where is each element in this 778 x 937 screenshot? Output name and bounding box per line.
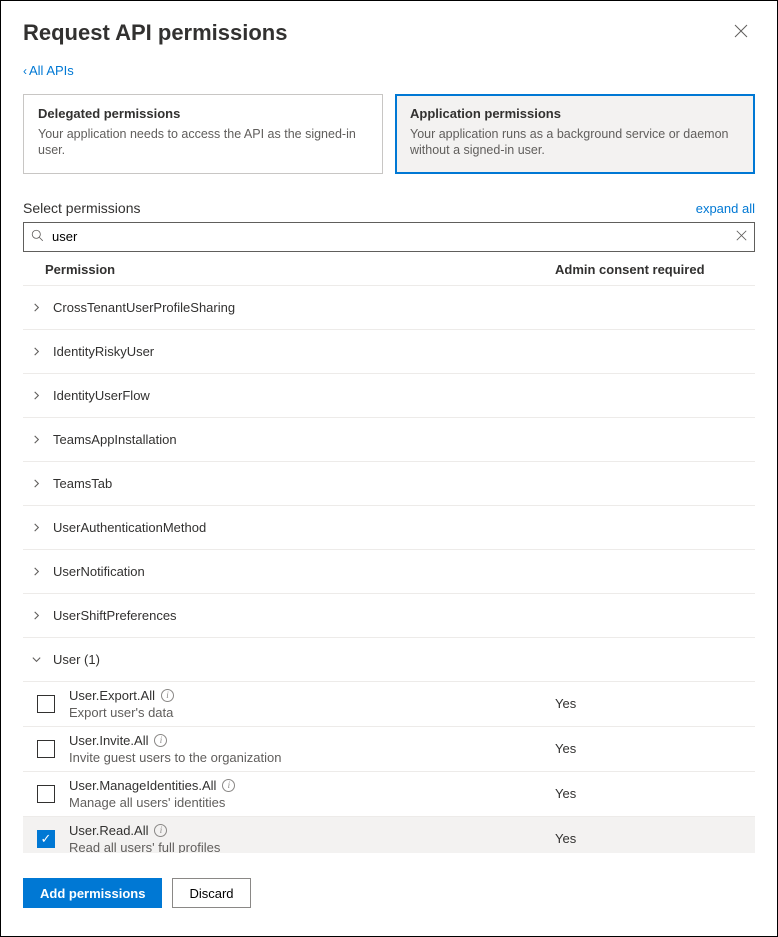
info-icon[interactable]: i: [154, 734, 167, 747]
permission-checkbox[interactable]: [37, 740, 55, 758]
chevron-right-icon: [29, 390, 43, 401]
chevron-right-icon: [29, 478, 43, 489]
group-label: UserNotification: [53, 564, 145, 579]
chevron-left-icon: ‹: [23, 64, 27, 78]
group-label: IdentityRiskyUser: [53, 344, 154, 359]
permission-group[interactable]: IdentityUserFlow: [23, 374, 755, 418]
info-icon[interactable]: i: [154, 824, 167, 837]
chevron-down-icon: [29, 654, 43, 665]
group-label: IdentityUserFlow: [53, 388, 150, 403]
permission-group[interactable]: UserNotification: [23, 550, 755, 594]
back-all-apis-link[interactable]: ‹ All APIs: [1, 57, 96, 86]
column-permission: Permission: [45, 262, 555, 277]
page-title: Request API permissions: [23, 20, 287, 46]
permission-consent: Yes: [555, 786, 755, 801]
permission-name: User.Export.All: [69, 688, 155, 703]
clear-icon[interactable]: [736, 230, 747, 244]
expand-all-link[interactable]: expand all: [696, 201, 755, 216]
close-button[interactable]: [727, 19, 755, 47]
permission-group[interactable]: UserShiftPreferences: [23, 594, 755, 638]
permission-checkbox[interactable]: ✓: [37, 830, 55, 848]
column-consent: Admin consent required: [555, 262, 755, 277]
permission-consent: Yes: [555, 831, 755, 846]
application-permissions-card[interactable]: Application permissions Your application…: [395, 94, 755, 174]
chevron-right-icon: [29, 522, 43, 533]
application-desc: Your application runs as a background se…: [410, 126, 740, 159]
permission-name: User.Invite.All: [69, 733, 148, 748]
group-label: CrossTenantUserProfileSharing: [53, 300, 235, 315]
application-title: Application permissions: [410, 106, 740, 121]
permission-desc: Invite guest users to the organization: [69, 750, 555, 765]
permission-checkbox[interactable]: [37, 695, 55, 713]
delegated-title: Delegated permissions: [38, 106, 368, 121]
permission-name: User.Read.All: [69, 823, 148, 838]
permission-consent: Yes: [555, 741, 755, 756]
discard-button[interactable]: Discard: [172, 878, 250, 908]
permission-checkbox[interactable]: [37, 785, 55, 803]
permissions-scroll-area[interactable]: CrossTenantUserProfileSharing IdentityRis…: [23, 285, 755, 853]
permission-group[interactable]: TeamsAppInstallation: [23, 418, 755, 462]
chevron-right-icon: [29, 302, 43, 313]
close-icon: [734, 24, 748, 43]
permission-group[interactable]: CrossTenantUserProfileSharing: [23, 286, 755, 330]
info-icon[interactable]: i: [161, 689, 174, 702]
permission-group[interactable]: UserAuthenticationMethod: [23, 506, 755, 550]
permission-desc: Manage all users' identities: [69, 795, 555, 810]
back-link-text: All APIs: [29, 63, 74, 78]
search-input[interactable]: [23, 222, 755, 252]
group-label: UserShiftPreferences: [53, 608, 177, 623]
permission-consent: Yes: [555, 696, 755, 711]
permission-desc: Read all users' full profiles: [69, 840, 555, 853]
group-label: User (1): [53, 652, 100, 667]
permission-name: User.ManageIdentities.All: [69, 778, 216, 793]
permission-row[interactable]: ✓ User.Read.All i Read all users' full prof…: [23, 817, 755, 853]
group-label: TeamsAppInstallation: [53, 432, 177, 447]
info-icon[interactable]: i: [222, 779, 235, 792]
permission-row[interactable]: User.ManageIdentities.All i Manage all use…: [23, 772, 755, 817]
delegated-desc: Your application needs to access the API…: [38, 126, 368, 159]
chevron-right-icon: [29, 434, 43, 445]
permission-group-user[interactable]: User (1): [23, 638, 755, 682]
permission-row[interactable]: User.Export.All i Export user's dataYes: [23, 682, 755, 727]
select-permissions-label: Select permissions: [23, 200, 141, 216]
permission-group[interactable]: IdentityRiskyUser: [23, 330, 755, 374]
chevron-right-icon: [29, 610, 43, 621]
add-permissions-button[interactable]: Add permissions: [23, 878, 162, 908]
permission-group[interactable]: TeamsTab: [23, 462, 755, 506]
chevron-right-icon: [29, 566, 43, 577]
table-header: Permission Admin consent required: [23, 254, 755, 285]
group-label: UserAuthenticationMethod: [53, 520, 206, 535]
delegated-permissions-card[interactable]: Delegated permissions Your application n…: [23, 94, 383, 174]
permission-row[interactable]: User.Invite.All i Invite guest users to th…: [23, 727, 755, 772]
chevron-right-icon: [29, 346, 43, 357]
permission-desc: Export user's data: [69, 705, 555, 720]
group-label: TeamsTab: [53, 476, 112, 491]
